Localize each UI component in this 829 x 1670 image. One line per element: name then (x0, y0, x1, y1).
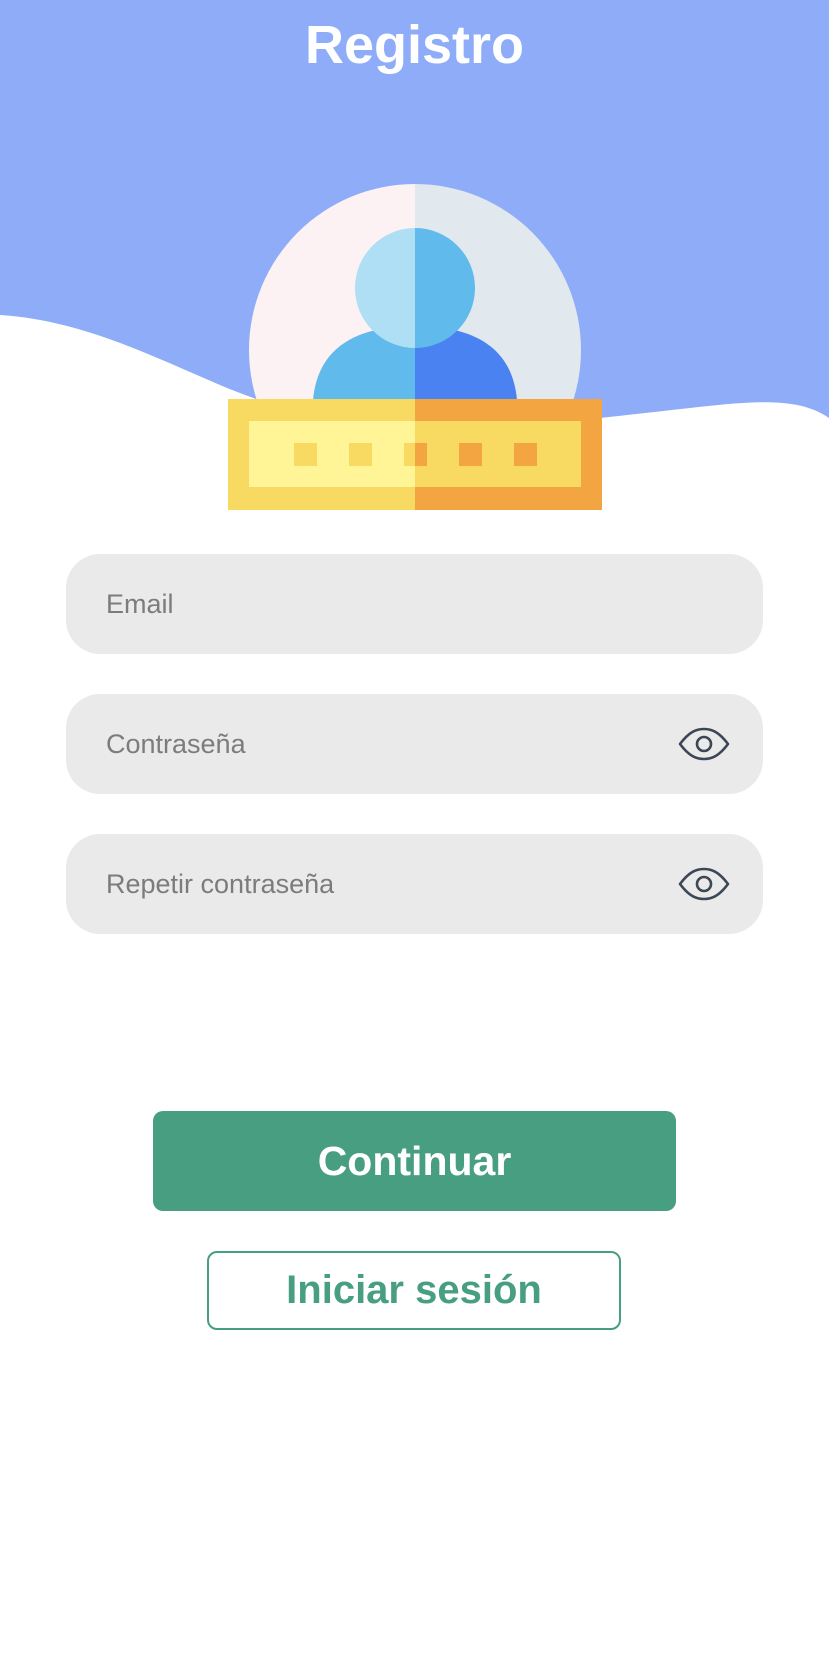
continue-button[interactable]: Continuar (153, 1111, 676, 1211)
eye-icon[interactable] (677, 867, 731, 901)
password-field[interactable] (66, 694, 763, 794)
login-button[interactable]: Iniciar sesión (207, 1251, 621, 1330)
page-title: Registro (304, 15, 525, 75)
repeat-password-input[interactable] (106, 834, 677, 934)
register-screen: Registro Email Continuar Iniciar sesión (0, 0, 829, 1670)
email-input[interactable] (106, 554, 731, 654)
password-input[interactable] (106, 694, 677, 794)
user-password-icon (228, 184, 602, 510)
eye-icon[interactable] (677, 727, 731, 761)
repeat-password-field[interactable] (66, 834, 763, 934)
email-field[interactable] (66, 554, 763, 654)
